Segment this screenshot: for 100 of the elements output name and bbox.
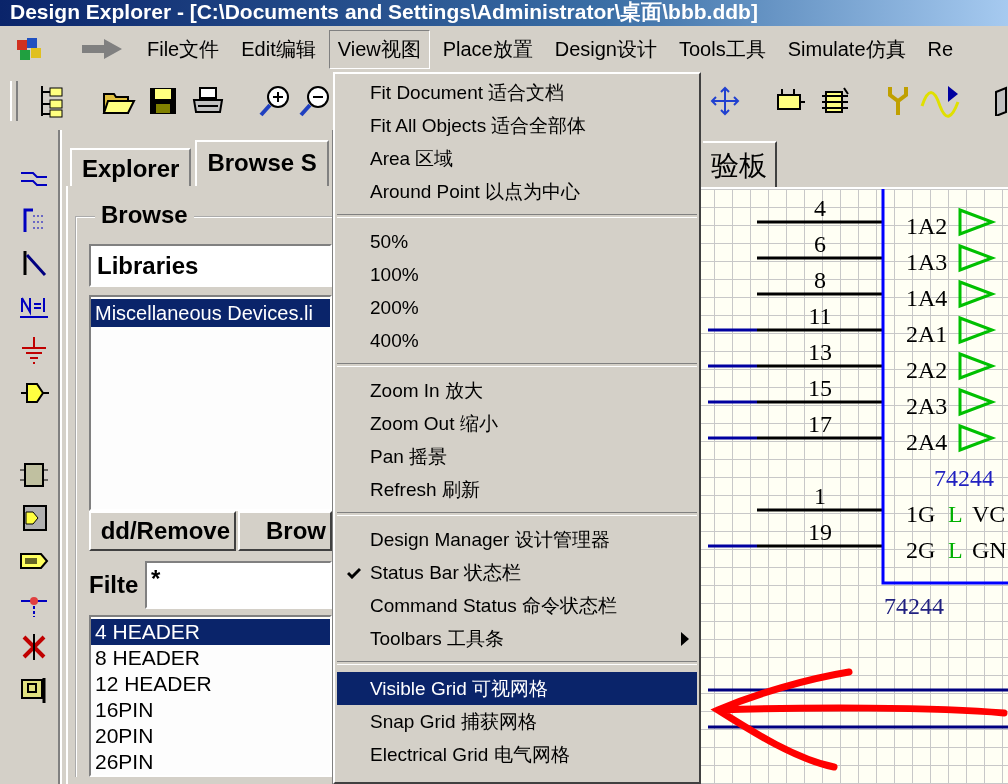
pin-number: 17 xyxy=(808,411,832,437)
buffer-symbol-icon xyxy=(958,387,997,417)
pin-name: 1G xyxy=(906,501,936,527)
menu-item-label: 100% xyxy=(370,263,420,286)
component-item[interactable]: 4 HEADER xyxy=(91,619,330,645)
pin-name: 2A3 xyxy=(906,393,948,419)
panel-tab[interactable]: Explorer xyxy=(70,148,192,186)
menu-item-label: Fit Document 适合文档 xyxy=(370,80,566,105)
directive-icon[interactable] xyxy=(19,675,49,705)
zoom-in-icon[interactable] xyxy=(258,84,292,118)
menu-item[interactable]: Around Point 以点为中心 xyxy=(337,175,697,208)
print-icon[interactable] xyxy=(192,86,224,116)
ground-icon[interactable] xyxy=(19,335,49,365)
menu-item[interactable]: Design Manager 设计管理器 xyxy=(337,523,697,556)
menu-item-label: Around Point 以点为中心 xyxy=(370,179,582,204)
menu-item[interactable]: Tools工具 xyxy=(670,29,775,69)
pin-number: 15 xyxy=(808,375,832,401)
pin-name: 1A2 xyxy=(906,213,948,239)
pin-number: 1 xyxy=(814,483,826,509)
pin-name: 2G xyxy=(906,537,936,563)
menu-item[interactable]: Edit编辑 xyxy=(232,29,325,69)
menu-item[interactable]: 100% xyxy=(337,258,697,291)
panel-tab[interactable]: Browse S xyxy=(195,140,329,186)
menu-item[interactable]: Refresh 刷新 xyxy=(337,473,697,506)
save-icon[interactable] xyxy=(148,86,178,116)
buffer-symbol-icon xyxy=(958,423,997,453)
menu-item[interactable]: Snap Grid 捕获网格 xyxy=(337,705,697,738)
menu-item[interactable]: Toolbars 工具条 xyxy=(337,622,697,655)
menu-item[interactable]: Area 区域 xyxy=(337,142,697,175)
arrow-icon[interactable] xyxy=(80,37,124,61)
menu-item-label: Refresh 刷新 xyxy=(370,477,481,502)
library-list[interactable]: Miscellaneous Devices.li xyxy=(89,295,332,511)
component-item[interactable]: 26PIN xyxy=(91,749,330,775)
menu-item[interactable]: Pan 摇景 xyxy=(337,440,697,473)
menu-item-label: Zoom Out 缩小 xyxy=(370,411,499,436)
menu-item[interactable]: File文件 xyxy=(138,29,229,69)
pin-name: 2A2 xyxy=(906,357,948,383)
menu-item-label: Toolbars 工具条 xyxy=(370,626,506,651)
menu-item-label: Zoom In 放大 xyxy=(370,378,484,403)
pin-name: 2A1 xyxy=(906,321,948,347)
menu-item-label: Visible Grid 可视网格 xyxy=(370,676,550,701)
menu-item[interactable]: Zoom In 放大 xyxy=(337,374,697,407)
menu-item[interactable]: 50% xyxy=(337,225,697,258)
part-designator: 74244 xyxy=(884,593,944,619)
component-item[interactable]: 8 HEADER xyxy=(91,645,330,671)
sine-wave-icon[interactable] xyxy=(920,84,960,118)
move-cross-icon[interactable] xyxy=(710,86,740,116)
toolbar-grip[interactable] xyxy=(10,81,18,121)
menu-item[interactable]: Fit Document 适合文档 xyxy=(337,76,697,109)
library-item[interactable]: Miscellaneous Devices.li xyxy=(91,299,330,327)
part-type: 74244 xyxy=(934,465,994,491)
pin-number: 4 xyxy=(814,195,826,221)
pin-number: 6 xyxy=(814,231,826,257)
menu-item-label: 50% xyxy=(370,230,410,253)
browse-button[interactable]: Brow xyxy=(238,511,332,551)
menu-item[interactable]: Simulate仿真 xyxy=(778,29,915,69)
window-title: Design Explorer - [C:\Documents and Settings\Administrator\桌面\bbb.ddb] xyxy=(10,0,758,24)
menu-item[interactable]: Command Status 命令状态栏 xyxy=(337,589,697,622)
menu-item[interactable]: 200% xyxy=(337,291,697,324)
cube-icon[interactable] xyxy=(994,86,1008,116)
power-pin-name: VC xyxy=(972,501,1006,527)
menu-item[interactable]: 400% xyxy=(337,324,697,357)
pin-number: 13 xyxy=(808,339,832,365)
menu-item[interactable]: View视图 xyxy=(328,29,430,69)
menu-item[interactable]: Status Bar 状态栏 xyxy=(337,556,697,589)
menu-item-label: Design Manager 设计管理器 xyxy=(370,527,611,552)
menu-item[interactable]: Design设计 xyxy=(545,29,666,69)
browse-type-dropdown[interactable]: Libraries xyxy=(89,244,332,287)
filter-field[interactable]: * xyxy=(145,561,332,609)
pin-number: 11 xyxy=(808,303,832,329)
menu-item-label: Area 区域 xyxy=(370,146,455,171)
menu-item-label: Status Bar 状态栏 xyxy=(370,560,522,585)
menu-item-label: Fit All Objects 适合全部体 xyxy=(370,113,588,138)
menu-item[interactable]: Visible Grid 可视网格 xyxy=(337,672,697,705)
menu-item[interactable]: Re xyxy=(918,31,963,67)
sheet-symbol-icon[interactable] xyxy=(19,460,49,490)
pin-number: 19 xyxy=(808,519,832,545)
menu-item[interactable]: Place放置 xyxy=(433,29,542,69)
component-item[interactable]: 16PIN xyxy=(91,697,330,723)
menu-item-label: 400% xyxy=(370,329,420,352)
document-tab[interactable]: 验板 xyxy=(703,141,777,187)
add-remove-button[interactable]: dd/Remove xyxy=(89,511,236,551)
buffer-symbol-icon xyxy=(958,351,997,381)
component-list[interactable]: 4 HEADER 8 HEADER 12 HEADER 16PIN 20PIN 26PIN xyxy=(89,615,332,777)
buffer-symbol-icon xyxy=(958,279,997,309)
component-item[interactable]: 20PIN xyxy=(91,723,330,749)
buffer-symbol-icon xyxy=(958,315,997,345)
menu-item[interactable]: Fit All Objects 适合全部体 xyxy=(337,109,697,142)
pin-number: 8 xyxy=(814,267,826,293)
zoom-out-icon[interactable] xyxy=(298,84,332,118)
filter-label: Filte xyxy=(89,571,140,599)
menu-item[interactable]: Electrical Grid 电气网格 xyxy=(337,738,697,771)
pin-name: 1A4 xyxy=(906,285,948,311)
buffer-symbol-icon xyxy=(958,207,997,237)
menu-item-label: Pan 摇景 xyxy=(370,444,449,469)
component-item[interactable]: 12 HEADER xyxy=(91,671,330,697)
stack-icon[interactable] xyxy=(820,86,850,116)
buffer-symbol-icon xyxy=(958,243,997,273)
menu-item[interactable]: Zoom Out 缩小 xyxy=(337,407,697,440)
menu-item-label: 200% xyxy=(370,296,420,319)
